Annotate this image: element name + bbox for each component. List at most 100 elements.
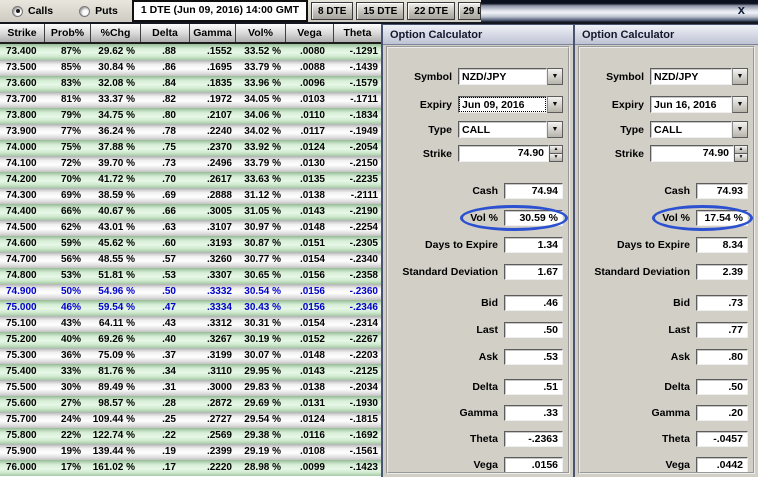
cell: .3005 xyxy=(190,204,236,220)
tab-1dte-active[interactable]: 1 DTE (Jun 09, 2016) 14:00 GMT xyxy=(132,0,308,22)
field-value[interactable]: .53 xyxy=(504,349,563,365)
field-value[interactable]: .33 xyxy=(504,405,563,421)
table-row-strike-74.300[interactable]: 74.30069%38.59 %.69.288831.12 %.0138-.21… xyxy=(0,188,381,204)
table-row-strike-74.900[interactable]: 74.90050%54.96 %.50.333230.54 %.0156-.23… xyxy=(0,284,381,300)
type-label: Type xyxy=(586,124,650,136)
spin-down-icon[interactable]: ▼ xyxy=(734,154,748,163)
table-row-strike-76.000[interactable]: 76.00017%161.02 %.17.222028.98 %.0099-.1… xyxy=(0,460,381,476)
tab-8dte[interactable]: 8 DTE xyxy=(311,2,353,20)
header-strike: Strike xyxy=(0,24,45,42)
table-row-strike-74.200[interactable]: 74.20070%41.72 %.70.261733.63 %.0135-.22… xyxy=(0,172,381,188)
table-row-strike-74.800[interactable]: 74.80053%51.81 %.53.330730.65 %.0156-.23… xyxy=(0,268,381,284)
table-row-strike-74.400[interactable]: 74.40066%40.67 %.66.300531.05 %.0143-.21… xyxy=(0,204,381,220)
field-value[interactable]: -.0457 xyxy=(696,431,748,447)
field-value[interactable]: 8.34 xyxy=(696,237,748,253)
table-row-strike-74.100[interactable]: 74.10072%39.70 %.73.249633.79 %.0130-.21… xyxy=(0,156,381,172)
spin-up-icon[interactable]: ▲ xyxy=(549,145,563,154)
cell: .2569 xyxy=(190,428,236,444)
field-value[interactable]: .46 xyxy=(504,295,563,311)
table-row-strike-75.800[interactable]: 75.80022%122.74 %.22.256929.38 %.0116-.1… xyxy=(0,428,381,444)
field-value[interactable]: .80 xyxy=(696,349,748,365)
field-value[interactable]: 74.94 xyxy=(504,183,563,199)
table-row-strike-73.400[interactable]: 73.40087%29.62 %.88.155233.52 %.0080-.12… xyxy=(0,44,381,60)
type-select[interactable]: CALL ▼ xyxy=(650,121,748,138)
cell: 74.500 xyxy=(0,220,45,236)
field-value[interactable]: .73 xyxy=(696,295,748,311)
calc-field-delta: Delta.51 xyxy=(394,379,563,395)
field-value[interactable]: 1.34 xyxy=(504,237,563,253)
spin-up-icon[interactable]: ▲ xyxy=(734,145,748,154)
field-value[interactable]: 74.93 xyxy=(696,183,748,199)
cell: 50% xyxy=(45,284,91,300)
field-value[interactable]: 2.39 xyxy=(696,264,748,280)
table-row-strike-73.700[interactable]: 73.70081%33.37 %.82.197234.05 %.0103-.17… xyxy=(0,92,381,108)
chevron-down-icon[interactable]: ▼ xyxy=(732,68,748,85)
symbol-select[interactable]: NZD/JPY ▼ xyxy=(458,68,563,85)
table-row-strike-74.500[interactable]: 74.50062%43.01 %.63.310730.97 %.0148-.22… xyxy=(0,220,381,236)
field-value[interactable]: .50 xyxy=(504,322,563,338)
calc-field-bid: Bid.46 xyxy=(394,295,563,311)
chevron-down-icon[interactable]: ▼ xyxy=(547,121,563,138)
field-value[interactable]: .77 xyxy=(696,322,748,338)
table-row-strike-75.000[interactable]: 75.00046%59.54 %.47.333430.43 %.0156-.23… xyxy=(0,300,381,316)
calc-field-days-to-expire: Days to Expire8.34 xyxy=(586,237,748,253)
field-value[interactable]: .20 xyxy=(696,405,748,421)
table-row-strike-75.500[interactable]: 75.50030%89.49 %.31.300029.83 %.0138-.20… xyxy=(0,380,381,396)
radio-selected-icon xyxy=(12,6,23,17)
table-row-strike-73.800[interactable]: 73.80079%34.75 %.80.210734.06 %.0110-.18… xyxy=(0,108,381,124)
field-value[interactable]: 17.54 % xyxy=(696,210,748,226)
expiry-select[interactable]: Jun 16, 2016 ▼ xyxy=(650,96,748,113)
chevron-down-icon[interactable]: ▼ xyxy=(547,96,563,113)
strike-input[interactable]: 74.90 xyxy=(458,145,549,162)
cell: 54.96 % xyxy=(91,284,141,300)
table-row-strike-73.600[interactable]: 73.60083%32.08 %.84.183533.96 %.0096-.15… xyxy=(0,76,381,92)
cell: 73.400 xyxy=(0,44,45,60)
table-row-strike-75.200[interactable]: 75.20040%69.26 %.40.326730.19 %.0152-.22… xyxy=(0,332,381,348)
table-row-strike-75.900[interactable]: 75.90019%139.44 %.19.239929.19 %.0108-.1… xyxy=(0,444,381,460)
cell: .0103 xyxy=(286,92,334,108)
expiry-select[interactable]: Jun 09, 2016 ▼ xyxy=(458,96,563,113)
strike-input[interactable]: 74.90 xyxy=(650,145,734,162)
type-select[interactable]: CALL ▼ xyxy=(458,121,563,138)
cell: .0130 xyxy=(286,156,334,172)
cell: 29.62 % xyxy=(91,44,141,60)
cell: -.2111 xyxy=(334,188,381,204)
table-row-strike-75.700[interactable]: 75.70024%109.44 %.25.272729.54 %.0124-.1… xyxy=(0,412,381,428)
field-value[interactable]: .0156 xyxy=(504,457,563,473)
puts-radio[interactable]: Puts xyxy=(79,5,118,17)
table-row-strike-73.500[interactable]: 73.50085%30.84 %.86.169533.79 %.0088-.14… xyxy=(0,60,381,76)
cell: 73.500 xyxy=(0,60,45,76)
tab-29dte[interactable]: 29 DTE xyxy=(458,2,481,20)
table-row-strike-75.100[interactable]: 75.10043%64.11 %.43.331230.31 %.0154-.23… xyxy=(0,316,381,332)
chevron-down-icon[interactable]: ▼ xyxy=(732,121,748,138)
table-row-strike-73.900[interactable]: 73.90077%36.24 %.78.224034.02 %.0117-.19… xyxy=(0,124,381,140)
tab-22dte[interactable]: 22 DTE xyxy=(407,2,455,20)
strike-stepper: ▲ ▼ xyxy=(734,145,748,162)
calls-radio[interactable]: Calls xyxy=(12,5,53,17)
cell: 75.800 xyxy=(0,428,45,444)
table-row-strike-74.700[interactable]: 74.70056%48.55 %.57.326030.77 %.0154-.23… xyxy=(0,252,381,268)
field-label: Ask xyxy=(394,351,504,363)
cell: .0154 xyxy=(286,316,334,332)
symbol-select[interactable]: NZD/JPY ▼ xyxy=(650,68,748,85)
field-value[interactable]: 1.67 xyxy=(504,264,563,280)
field-value[interactable]: .50 xyxy=(696,379,748,395)
table-row-strike-74.000[interactable]: 74.00075%37.88 %.75.237033.92 %.0124-.20… xyxy=(0,140,381,156)
field-value[interactable]: .0442 xyxy=(696,457,748,473)
tab-15dte[interactable]: 15 DTE xyxy=(356,2,404,20)
chevron-down-icon[interactable]: ▼ xyxy=(732,96,748,113)
cell: 79% xyxy=(45,108,91,124)
table-row-strike-75.600[interactable]: 75.60027%98.57 %.28.287229.69 %.0131-.19… xyxy=(0,396,381,412)
table-row-strike-75.300[interactable]: 75.30036%75.09 %.37.319930.07 %.0148-.22… xyxy=(0,348,381,364)
table-row-strike-74.600[interactable]: 74.60059%45.62 %.60.319330.87 %.0151-.23… xyxy=(0,236,381,252)
field-value[interactable]: 30.59 % xyxy=(504,210,563,226)
spin-down-icon[interactable]: ▼ xyxy=(549,154,563,163)
symbol-value: NZD/JPY xyxy=(458,68,547,85)
cell: -.2358 xyxy=(334,268,381,284)
table-row-strike-75.400[interactable]: 75.40033%81.76 %.34.311029.95 %.0143-.21… xyxy=(0,364,381,380)
field-value[interactable]: -.2363 xyxy=(504,431,563,447)
close-icon[interactable]: x xyxy=(738,2,745,17)
field-value[interactable]: .51 xyxy=(504,379,563,395)
cell: 33.37 % xyxy=(91,92,141,108)
chevron-down-icon[interactable]: ▼ xyxy=(547,68,563,85)
